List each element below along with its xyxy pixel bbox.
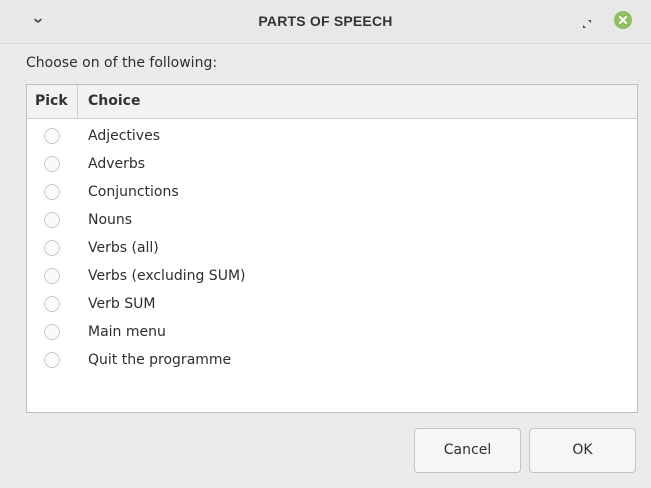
list-item-conjunctions[interactable]: Conjunctions: [27, 181, 637, 205]
radio-button[interactable]: [44, 184, 60, 200]
list-item-label: Verbs (excluding SUM): [88, 268, 246, 284]
restore-icon[interactable]: [581, 15, 593, 28]
radio-button[interactable]: [44, 128, 60, 144]
choice-list[interactable]: Pick Choice Adjectives Adverbs Conjuncti…: [26, 84, 638, 413]
radio-button[interactable]: [44, 212, 60, 228]
list-item-label: Conjunctions: [88, 184, 179, 200]
list-item-verbs-excluding-sum[interactable]: Verbs (excluding SUM): [27, 265, 637, 289]
column-header-pick[interactable]: Pick: [27, 85, 78, 118]
cancel-button[interactable]: Cancel: [414, 428, 521, 473]
list-item-label: Nouns: [88, 212, 133, 228]
list-item-adverbs[interactable]: Adverbs: [27, 153, 637, 177]
list-header: Pick Choice: [27, 85, 637, 119]
list-item-verbs-all[interactable]: Verbs (all): [27, 237, 637, 261]
list-item-adjectives[interactable]: Adjectives: [27, 125, 637, 149]
radio-button[interactable]: [44, 324, 60, 340]
title-bar[interactable]: PARTS OF SPEECH: [0, 0, 651, 44]
radio-button[interactable]: [44, 240, 60, 256]
dialog-window: PARTS OF SPEECH Choose on of the followi…: [0, 0, 651, 488]
radio-button[interactable]: [44, 268, 60, 284]
list-item-label: Verb SUM: [88, 296, 156, 312]
list-item-quit[interactable]: Quit the programme: [27, 349, 637, 373]
list-item-nouns[interactable]: Nouns: [27, 209, 637, 233]
close-icon[interactable]: [614, 11, 632, 29]
list-item-label: Adjectives: [88, 128, 160, 144]
radio-button[interactable]: [44, 156, 60, 172]
window-title: PARTS OF SPEECH: [258, 13, 393, 29]
list-item-verb-sum[interactable]: Verb SUM: [27, 293, 637, 317]
list-item-label: Main menu: [88, 324, 166, 340]
list-item-main-menu[interactable]: Main menu: [27, 321, 637, 345]
prompt-label: Choose on of the following:: [26, 55, 218, 71]
radio-button[interactable]: [44, 296, 60, 312]
ok-button[interactable]: OK: [529, 428, 636, 473]
list-item-label: Quit the programme: [88, 352, 232, 368]
column-header-choice[interactable]: Choice: [79, 85, 140, 118]
list-item-label: Verbs (all): [88, 240, 159, 256]
radio-button[interactable]: [44, 352, 60, 368]
list-item-label: Adverbs: [88, 156, 146, 172]
